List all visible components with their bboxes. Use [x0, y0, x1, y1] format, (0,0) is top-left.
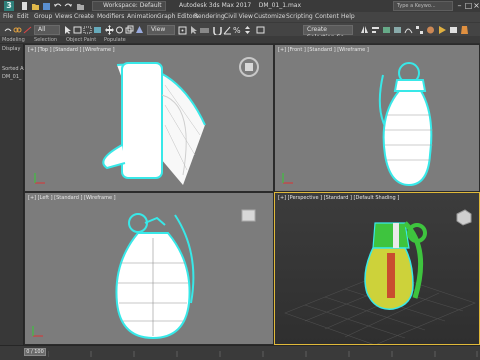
keyboard-shortcut-icon[interactable] — [200, 25, 209, 35]
rotate-icon[interactable] — [115, 25, 124, 35]
menu-file[interactable]: File — [3, 13, 13, 21]
named-selection-set-dropdown[interactable]: Create Selection Se — [303, 25, 353, 41]
close-button[interactable]: × — [472, 0, 480, 12]
tab-selection[interactable]: Selection — [34, 37, 57, 43]
viewcube-icon[interactable] — [239, 205, 259, 225]
menu-civil-view[interactable]: Civil View — [224, 13, 253, 21]
ribbon-tabs: Modeling Selection Object Paint Populate — [0, 36, 480, 44]
move-icon[interactable] — [105, 25, 114, 35]
percent-snap-icon[interactable]: % — [233, 25, 242, 35]
link-icon[interactable] — [13, 25, 22, 35]
align-icon[interactable] — [371, 25, 380, 35]
menu-group[interactable]: Group — [34, 13, 52, 21]
menu-edit[interactable]: Edit — [17, 13, 29, 21]
render-setup-icon[interactable] — [438, 25, 447, 35]
perspective-scene — [284, 221, 476, 344]
timeline-ruler — [48, 351, 478, 357]
left-wireframe — [32, 213, 195, 340]
viewport-perspective[interactable]: [+] [Perspective ] [Standard ] [Default … — [274, 192, 480, 345]
place-icon[interactable] — [135, 25, 144, 35]
viewport-top[interactable]: [+] [Top ] [Standard ] [Wireframe ] — [24, 44, 274, 192]
spinner-snap-icon[interactable] — [243, 25, 252, 35]
menu-create[interactable]: Create — [74, 13, 94, 21]
layer-explorer-icon[interactable] — [382, 25, 391, 35]
scene-explorer-icon[interactable] — [393, 25, 402, 35]
window-crossing-icon[interactable] — [93, 25, 102, 35]
menu-scripting[interactable]: Scripting — [286, 13, 313, 21]
menu-modifiers[interactable]: Modifiers — [97, 13, 124, 21]
select-object-icon[interactable] — [63, 25, 72, 35]
tab-populate[interactable]: Populate — [104, 37, 126, 43]
time-slider-bar: 0 / 100 — [0, 345, 480, 360]
search-input[interactable]: Type a Keywo... — [393, 1, 453, 11]
edit-named-selection-icon[interactable] — [256, 25, 265, 35]
render-production-icon[interactable] — [460, 25, 469, 35]
menu-views[interactable]: Views — [55, 13, 72, 21]
app-title: Autodesk 3ds Max 2017 — [178, 2, 252, 9]
menu-help[interactable]: Help — [341, 13, 355, 21]
rendered-frame-window-icon[interactable] — [449, 25, 458, 35]
viewport-front[interactable]: [+] [Front ] [Standard ] [Wireframe ] — [274, 44, 480, 192]
snaps-toggle-icon[interactable] — [213, 25, 222, 35]
panel-mode-label[interactable]: Display — [2, 46, 20, 52]
undo-icon[interactable] — [3, 25, 12, 35]
pivot-center-icon[interactable] — [178, 25, 187, 35]
viewcube-icon[interactable] — [453, 207, 473, 227]
menu-animation[interactable]: Animation — [127, 13, 158, 21]
menu-bar: File Edit Group Views Create Modifiers A… — [0, 12, 480, 22]
schematic-view-icon[interactable] — [415, 25, 424, 35]
rectangular-selection-icon[interactable] — [83, 25, 92, 35]
svg-text:%: % — [233, 26, 241, 35]
curve-editor-icon[interactable] — [404, 25, 413, 35]
menu-rendering[interactable]: Rendering — [194, 13, 225, 21]
front-wireframe — [282, 62, 433, 187]
file-name: DM_01_1.max — [258, 2, 302, 9]
scale-icon[interactable] — [125, 25, 134, 35]
viewcube-icon[interactable] — [237, 55, 261, 79]
mirror-icon[interactable] — [360, 25, 369, 35]
title-bar: 3 Workspace: Default Autodesk 3ds Max 20… — [0, 0, 480, 12]
viewport-left[interactable]: [+] [Left ] [Standard ] [Wireframe ] — [24, 192, 274, 345]
menu-customize[interactable]: Customize — [254, 13, 286, 21]
main-toolbar: All View % Create Selection Se — [0, 22, 480, 41]
tab-object-paint[interactable]: Object Paint — [66, 37, 96, 43]
select-by-name-icon[interactable] — [73, 25, 82, 35]
menu-graph-editors[interactable]: Graph Editors — [157, 13, 198, 21]
angle-snap-icon[interactable] — [223, 25, 232, 35]
scene-explorer-panel: Display Sorted Ascen DM_01_ — [0, 44, 35, 350]
time-slider[interactable]: 0 / 100 — [24, 348, 46, 356]
unlink-icon[interactable] — [23, 25, 32, 35]
select-manipulate-icon[interactable] — [189, 25, 198, 35]
selection-filter-dropdown[interactable]: All — [34, 25, 60, 35]
minimize-button[interactable]: – — [455, 0, 464, 12]
material-editor-icon[interactable] — [426, 25, 435, 35]
menu-content[interactable]: Content — [315, 13, 339, 21]
list-item-object[interactable]: DM_01_ — [2, 74, 22, 80]
tab-modeling[interactable]: Modeling — [2, 37, 25, 43]
reference-coordinate-dropdown[interactable]: View — [147, 25, 175, 35]
